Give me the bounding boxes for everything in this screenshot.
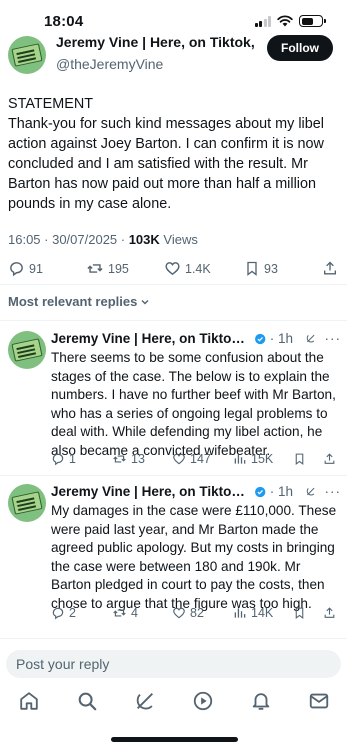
reply-action[interactable]: 2 [51,606,76,620]
status-icons [254,15,326,27]
reply-time: · 1h [269,484,293,499]
share-action[interactable] [323,606,336,620]
replies-sort-dropdown[interactable]: Most relevant replies [8,294,150,309]
avatar[interactable] [8,484,46,522]
repost-count: 195 [108,261,129,276]
follow-button[interactable]: Follow [267,35,333,61]
bell-icon [252,693,270,710]
author-name[interactable]: Jeremy Vine | Here, on Tiktok, In... [56,34,256,50]
heart-icon [165,262,180,276]
home-indicator [111,737,238,742]
like-action[interactable]: 82 [172,606,204,620]
like-count: 147 [190,452,211,466]
views-count[interactable]: 103K [129,232,160,247]
share-action[interactable] [323,452,336,466]
like-action[interactable]: 147 [172,452,211,466]
repost-icon [113,455,126,463]
reply-icon [52,607,64,620]
bottom-tab-bar [0,690,347,720]
tab-notifications[interactable] [250,690,272,712]
reply-author-name[interactable]: Jeremy Vine | Here, on Tiktok, Ins... [51,331,251,346]
home-icon [20,692,38,710]
tab-messages[interactable] [308,690,330,712]
bookmark-count: 93 [264,261,278,276]
post-body: STATEMENT Thank-you for such kind messag… [8,96,324,212]
like-action[interactable]: 1.4K [164,260,211,277]
repost-icon [87,264,103,273]
tab-video[interactable] [192,690,214,712]
share-icon [324,453,335,464]
like-count: 82 [190,606,204,620]
reply-text: My damages in the case were £110,000. Th… [51,503,337,611]
views-count: 15K [251,452,274,466]
video-icon [193,691,213,711]
more-options-icon[interactable]: ··· [325,484,342,499]
repost-action[interactable]: 195 [86,260,129,277]
repost-icon [113,609,126,617]
views-action[interactable]: 15K [233,452,273,466]
share-icon [324,607,335,618]
avatar[interactable] [8,36,46,74]
post-meta: 16:05 · 30/07/2025 · 103K Views [8,232,198,247]
heart-icon [173,453,185,465]
analytics-icon [234,608,246,618]
reply-count: 1 [69,452,76,466]
avatar[interactable] [8,331,46,369]
tab-grok[interactable] [134,690,156,712]
post-text: STATEMENT Thank-you for such kind messag… [8,94,338,214]
heart-icon [173,607,185,619]
chevron-down-icon [141,299,149,304]
mail-icon [309,693,329,709]
grok-icon[interactable] [305,485,317,498]
verified-badge-icon [255,486,266,497]
reply-header: Jeremy Vine | Here, on Tiktok, Ins... · … [51,484,341,499]
bookmark-icon [295,607,304,619]
views-action[interactable]: 14K [233,606,273,620]
repost-count: 4 [131,606,138,620]
bookmark-action[interactable] [293,606,306,620]
bookmark-action[interactable] [293,452,306,466]
bookmark-icon [295,453,304,465]
author-handle[interactable]: @theJeremyVine [56,56,163,72]
bookmark-action[interactable]: 93 [244,260,278,277]
reply-text: There seems to be some confusion about t… [51,350,336,458]
share-icon [324,261,336,275]
share-action[interactable] [322,260,338,277]
sort-label: Most relevant replies [8,294,138,309]
grok-icon[interactable] [305,332,317,345]
analytics-icon [234,454,246,464]
reply-count: 2 [69,606,76,620]
divider [0,284,347,285]
repost-count: 13 [131,452,145,466]
reply-header: Jeremy Vine | Here, on Tiktok, Ins... · … [51,331,341,346]
reply-time: · 1h [269,331,293,346]
search-icon [78,692,97,711]
views-label: Views [159,232,198,247]
reply-icon [10,262,23,277]
post-header: Jeremy Vine | Here, on Tiktok, In... @th… [0,28,347,80]
repost-action[interactable]: 13 [112,452,145,466]
grok-icon [136,693,153,710]
reply-input[interactable]: Post your reply [6,650,341,678]
reply-author-name[interactable]: Jeremy Vine | Here, on Tiktok, Ins... [51,484,251,499]
signal-icon [254,15,271,27]
reply-count: 91 [29,261,43,276]
reply-icon [52,453,64,466]
tab-home[interactable] [18,690,40,712]
post-timestamp: 16:05 · 30/07/2025 · [8,232,129,247]
reply-action[interactable]: 1 [51,452,76,466]
tab-search[interactable] [76,690,98,712]
bookmark-icon [247,261,257,276]
divider [0,638,347,639]
divider [0,475,347,476]
divider [0,320,347,321]
wifi-icon [277,15,293,27]
like-count: 1.4K [185,261,211,276]
repost-action[interactable]: 4 [112,606,138,620]
views-count: 14K [251,606,274,620]
battery-icon [299,15,326,27]
verified-badge-icon [255,333,266,344]
reply-action[interactable]: 91 [8,260,43,277]
more-options-icon[interactable]: ··· [325,331,342,346]
